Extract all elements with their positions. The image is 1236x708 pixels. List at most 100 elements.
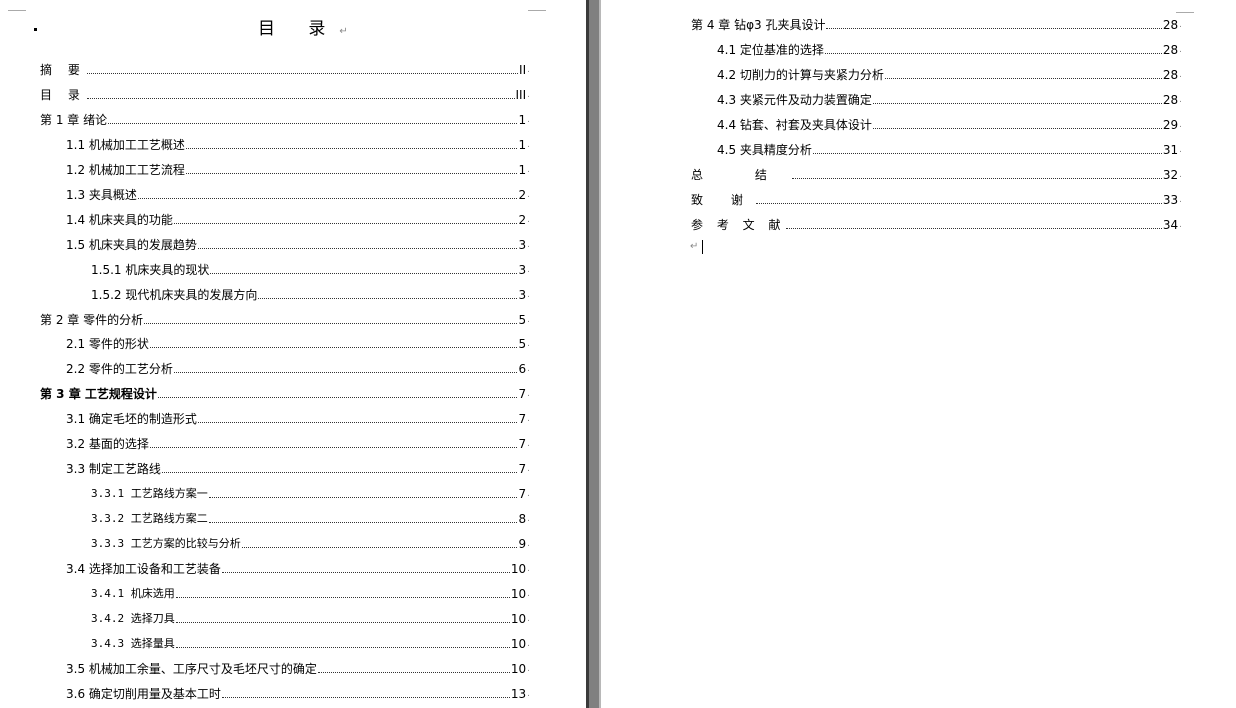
toc-entry-page: 7 — [518, 387, 527, 402]
toc-entry[interactable]: 1.5 机床夹具的发展趋势 3. — [66, 234, 530, 252]
toc-entry-page: 7 — [518, 437, 527, 452]
toc-entry-label: 3.3.2 工艺路线方案二 — [91, 512, 208, 526]
toc-entry[interactable]: 4.2 切削力的计算与夹紧力分析 28. — [717, 64, 1182, 82]
paragraph-mark: . — [527, 638, 530, 649]
paragraph-mark: . — [1179, 45, 1182, 55]
toc-entry-page: 33 — [1162, 193, 1179, 207]
paragraph-mark: . — [1179, 170, 1182, 180]
toc-entry-label: 3.3.1 工艺路线方案一 — [91, 487, 208, 501]
toc-entry-label: 4.1 定位基准的选择 — [717, 43, 824, 57]
page-gutter — [586, 0, 601, 708]
toc-entry-label: 3.4.3 选择量具 — [91, 636, 175, 650]
paragraph-mark: . — [1179, 195, 1182, 205]
toc-dot-leader — [791, 177, 1162, 179]
toc-entry-page: 10 — [510, 586, 527, 601]
toc-entry-page: 10 — [510, 611, 527, 626]
toc-entry-page: 7 — [518, 462, 527, 477]
toc-entry-page: 1 — [518, 162, 527, 177]
toc-entry[interactable]: 第 1 章 绪论 1. — [40, 109, 530, 127]
toc-dot-leader — [208, 496, 518, 499]
toc-entry-label: 1.4 机床夹具的功能 — [66, 212, 173, 227]
toc-entry-label: 3.1 确定毛坯的制造形式 — [66, 412, 197, 427]
toc-entry[interactable]: 3.4 选择加工设备和工艺装备 10. — [66, 558, 530, 576]
toc-entry[interactable]: 2.2 零件的工艺分析 6. — [66, 358, 530, 376]
toc-dot-leader — [175, 596, 510, 598]
toc-entry[interactable]: 总 结 32. — [691, 164, 1182, 182]
toc-entry[interactable]: 3.4.2 选择刀具 10. — [91, 608, 530, 626]
toc-dot-leader — [149, 446, 518, 449]
toc-entry-page: 2 — [518, 212, 527, 227]
document-page-left[interactable]: 目 录↵ 摘 要 II. 目 录 III. 第 1 章 绪论 1. 1.1 机械加工工艺概述… — [0, 0, 586, 708]
text-cursor — [702, 240, 703, 254]
toc-entry[interactable]: 第 4 章 钻φ3 孔夹具设计 28. — [691, 14, 1182, 32]
paragraph-mark: ↵ — [339, 26, 348, 37]
toc-entry[interactable]: 1.4 机床夹具的功能 2. — [66, 209, 530, 227]
toc-entry[interactable]: 1.5.2 现代机床夹具的发展方向 3. — [91, 284, 530, 302]
toc-entry-page: 3 — [518, 237, 527, 252]
toc-entry[interactable]: 1.2 机械加工工艺流程 1. — [66, 159, 530, 177]
toc-dot-leader — [173, 222, 518, 224]
toc-entry[interactable]: 目 录 III. — [40, 84, 530, 102]
toc-entry[interactable]: 4.3 夹紧元件及动力装置确定 28. — [717, 89, 1182, 107]
toc-entry[interactable]: 致 谢 33. — [691, 189, 1182, 207]
paragraph-mark: . — [527, 164, 530, 175]
toc-entry-page: 32 — [1162, 168, 1179, 182]
paragraph-mark: . — [527, 364, 530, 375]
toc-entry[interactable]: 3.5 机械加工余量、工序尺寸及毛坯尺寸的确定 10. — [66, 658, 530, 676]
toc-entry-page: 10 — [510, 636, 527, 651]
toc-entry-label: 第 4 章 钻φ3 孔夹具设计 — [691, 18, 826, 32]
toc-entry-label: 1.2 机械加工工艺流程 — [66, 162, 185, 177]
toc-entry-label: 4.2 切削力的计算与夹紧力分析 — [717, 68, 884, 82]
toc-entry-page: 34 — [1162, 218, 1179, 232]
paragraph-mark: . — [527, 489, 530, 500]
toc-entry[interactable]: 3.3.3 工艺方案的比较与分析 9. — [91, 533, 530, 551]
toc-entry-label: 1.5 机床夹具的发展趋势 — [66, 237, 197, 252]
toc-entry-label: 4.5 夹具精度分析 — [717, 143, 812, 157]
toc-entry[interactable]: 1.5.1 机床夹具的现状 3. — [91, 259, 530, 277]
page-corner-mark — [528, 0, 546, 11]
toc-entry[interactable]: 4.5 夹具精度分析 31. — [717, 139, 1182, 157]
paragraph-mark: . — [527, 464, 530, 475]
paragraph-mark: . — [527, 65, 530, 75]
paragraph-mark: . — [1179, 220, 1182, 230]
toc-dot-leader — [197, 247, 518, 249]
toc-entry[interactable]: 4.1 定位基准的选择 28. — [717, 39, 1182, 57]
toc-entry-label: 3.4 选择加工设备和工艺装备 — [66, 562, 221, 576]
toc-entry[interactable]: 3.4.1 机床选用 10. — [91, 583, 530, 601]
toc-dot-leader — [872, 102, 1162, 104]
toc-entry-label: 2.1 零件的形状 — [66, 337, 149, 352]
document-page-right[interactable]: 第 4 章 钻φ3 孔夹具设计 28. 4.1 定位基准的选择 28. 4.2 切削力的… — [601, 0, 1236, 708]
toc-entry[interactable]: 1.1 机械加工工艺概述 1. — [66, 134, 530, 152]
toc-entry[interactable]: 3.3.1 工艺路线方案一 7. — [91, 483, 530, 501]
toc-dot-leader — [221, 571, 510, 573]
toc-entry-label: 4.3 夹紧元件及动力装置确定 — [717, 93, 872, 107]
toc-entry[interactable]: 第 2 章 零件的分析 5. — [40, 309, 530, 327]
toc-entry[interactable]: 2.1 零件的形状 5. — [66, 333, 530, 351]
toc-entry-label: 致 谢 — [691, 193, 755, 207]
toc-dot-leader — [144, 322, 518, 324]
toc-entry-label: 1.3 夹具概述 — [66, 187, 137, 202]
toc-entry-label: 第 3 章 工艺规程设计 — [40, 387, 157, 402]
toc-entry-label: 1.5.1 机床夹具的现状 — [91, 262, 210, 277]
toc-entry-page: 2 — [518, 187, 527, 202]
toc-entry[interactable]: 4.4 钻套、衬套及夹具体设计 29. — [717, 114, 1182, 132]
toc-entry[interactable]: 3.4.3 选择量具 10. — [91, 633, 530, 651]
toc-dot-leader — [210, 272, 518, 274]
toc-entry[interactable]: 参 考 文 献 34. — [691, 214, 1182, 232]
toc-entry-page: 7 — [518, 487, 527, 502]
toc-entry[interactable]: 3.1 确定毛坯的制造形式 7. — [66, 408, 530, 426]
toc-entry[interactable]: 摘 要 II. — [40, 59, 530, 77]
toc-entry[interactable]: 第 3 章 工艺规程设计 7. — [40, 383, 530, 401]
toc-entry[interactable]: 3.3.2 工艺路线方案二 8. — [91, 508, 530, 526]
toc-dot-leader — [258, 297, 518, 299]
toc-entry[interactable]: 3.3 制定工艺路线 7. — [66, 458, 530, 476]
toc-dot-leader — [175, 646, 510, 648]
paragraph-mark: . — [527, 139, 530, 150]
paragraph-mark: . — [527, 613, 530, 624]
paragraph-mark: . — [527, 663, 530, 674]
toc-entry[interactable]: 3.2 基面的选择 7. — [66, 433, 530, 451]
toc-entry[interactable]: 3.6 确定切削用量及基本工时 13. — [66, 683, 530, 701]
paragraph-mark: . — [527, 514, 530, 525]
paragraph-mark: . — [527, 439, 530, 450]
toc-entry[interactable]: 1.3 夹具概述 2. — [66, 184, 530, 202]
